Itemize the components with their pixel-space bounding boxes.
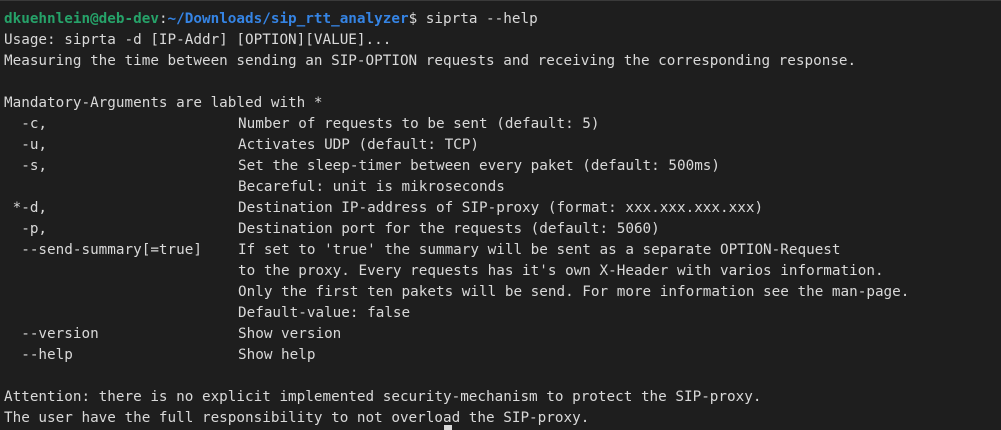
option-row: -c, Number of requests to be sent (defaul… [4,114,1001,135]
option-row: --help Show help [4,345,1001,366]
option-row: -u, Activates UDP (default: TCP) [4,135,1001,156]
option-row: --version Show version [4,324,1001,345]
usage-line: Usage: siprta -d [IP-Addr] [OPTION][VALU… [4,32,392,48]
option-row: -p, Destination port for the requests (de… [4,219,1001,240]
option-description: Show version [238,326,342,342]
prompt-user-host: dkuehnlein@deb-dev [4,11,159,27]
option-name: --version [4,326,99,342]
option-name: --send-summary[=true] [4,242,202,258]
option-name: -u, [4,137,48,153]
option-row: Becareful: unit is mikroseconds [4,177,1001,198]
option-row: Default-value: false [4,303,1001,324]
option-description: Only the first ten pakets will be send. … [238,284,910,300]
attention-line: Attention: there is no explicit implemen… [4,389,762,405]
option-description: Default-value: false [238,305,411,321]
prompt-line: dkuehnlein@deb-dev:~/Downloads/sip_rtt_a… [4,9,1001,30]
text-cursor [444,425,452,430]
option-name: -s, [4,158,48,174]
prompt-separator: : [158,11,168,27]
option-description: Set the sleep-timer between every paket … [238,158,721,174]
option-description: to the proxy. Every requests has it's ow… [238,263,884,279]
option-name: -c, [4,116,48,132]
option-description: Activates UDP (default: TCP) [238,137,480,153]
option-name [4,282,238,303]
option-name: -p, [4,221,48,237]
option-name [4,177,238,198]
option-row: to the proxy. Every requests has it's ow… [4,261,1001,282]
option-description: Destination port for the requests (defau… [238,221,660,237]
option-description: Becareful: unit is mikroseconds [238,179,505,195]
option-name [4,303,238,324]
description-line: Measuring the time between sending an SI… [4,53,857,69]
option-description: If set to 'true' the summary will be sen… [238,242,841,258]
prompt-command: siprta --help [417,11,538,27]
option-row: -s, Set the sleep-timer between every pak… [4,156,1001,177]
option-description: Show help [238,347,316,363]
option-description: Destination IP-address of SIP-proxy (for… [238,200,764,216]
option-description: Number of requests to be sent (default: … [238,116,600,132]
option-name [4,261,238,282]
option-row: *-d, Destination IP-address of SIP-proxy … [4,198,1001,219]
option-name: *-d, [4,200,48,216]
option-name: --help [4,347,73,363]
attention-line: The user have the full responsibility to… [4,410,590,426]
prompt-dollar: $ [408,11,418,27]
prompt-path: ~/Downloads/sip_rtt_analyzer [167,11,409,27]
mandatory-note: Mandatory-Arguments are labled with * [4,95,323,111]
terminal-window[interactable]: dkuehnlein@deb-dev:~/Downloads/sip_rtt_a… [0,0,1001,430]
option-row: Only the first ten pakets will be send. … [4,282,1001,303]
option-row: --send-summary[=true] If set to 'true' th… [4,240,1001,261]
